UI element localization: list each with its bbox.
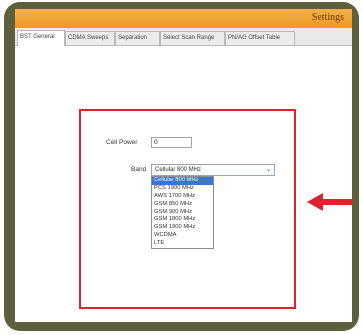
cell-power-input[interactable]: 0: [151, 137, 192, 148]
band-label: Band: [131, 166, 147, 173]
tab-select-scan-range[interactable]: Select Scan Range: [160, 31, 225, 45]
tab-bst-general[interactable]: BST General: [17, 30, 65, 46]
band-option[interactable]: Cellular 800 MHz: [152, 177, 213, 185]
title-bar: Settings: [15, 9, 352, 28]
band-selected-value: Cellular 800 MHz: [155, 167, 202, 173]
band-option[interactable]: WCDMA: [152, 232, 213, 240]
band-option[interactable]: LTE: [152, 240, 213, 248]
band-option[interactable]: GSM 900 MHz: [152, 209, 213, 217]
band-option[interactable]: PCS 1900 MHz: [152, 185, 213, 193]
tab-separation[interactable]: Separation: [115, 31, 160, 45]
band-dropdown-list: Cellular 800 MHz PCS 1900 MHz AWS 1700 M…: [151, 176, 214, 249]
band-select[interactable]: Cellular 800 MHz ⌄: [151, 164, 275, 176]
window-title: Settings: [311, 12, 344, 23]
tab-pn-offset-table[interactable]: PN/AG Offset Table: [225, 31, 295, 45]
photo-frame: Settings BST General CDMA Sweeps Separat…: [4, 2, 359, 331]
chevron-down-icon[interactable]: ⌄: [266, 165, 271, 175]
band-option[interactable]: GSM 1900 MHz: [152, 224, 213, 232]
tab-cdma-sweeps[interactable]: CDMA Sweeps: [65, 31, 115, 45]
band-option[interactable]: AWS 1700 MHz: [152, 193, 213, 201]
settings-window: Settings BST General CDMA Sweeps Separat…: [15, 9, 352, 322]
arrow-left-icon: [307, 193, 352, 211]
band-option[interactable]: GSM 1800 MHz: [152, 216, 213, 224]
cell-power-label: Cell Power: [106, 139, 138, 146]
band-option[interactable]: GSM 850 MHz: [152, 201, 213, 209]
tab-bar: BST General CDMA Sweeps Separation Selec…: [15, 28, 352, 46]
